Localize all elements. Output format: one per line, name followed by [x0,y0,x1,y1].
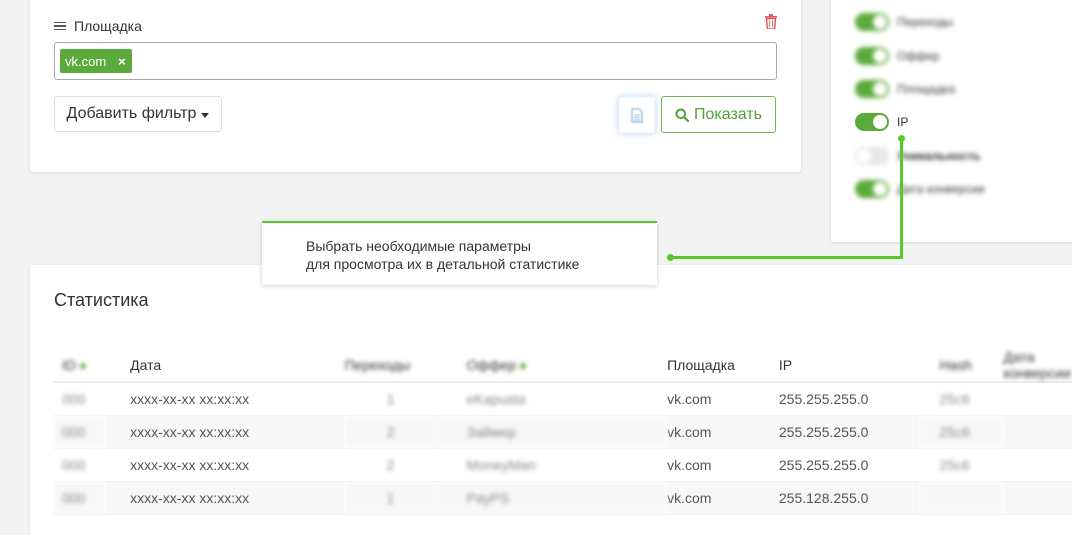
toggle-switch[interactable] [855,13,889,31]
toggle-switch[interactable] [855,80,889,98]
col-header-ip[interactable]: IP [778,349,920,383]
toggle-label: Дата конверсии [897,182,985,196]
show-button[interactable]: Показать [661,96,776,133]
cell-offer: MoneyMan [436,448,668,482]
cell-ip: 255.255.255.0 [778,382,920,416]
cell-date: xxxx-xx-xx xx:xx:xx [106,448,345,482]
col-header-conv-date[interactable]: Дата конверсии [1003,349,1072,383]
cell-ip: 255.255.255.0 [778,415,920,449]
stats-table: ID Дата Переходы Оффер Площадка IP Hash … [54,349,1072,515]
col-header-transitions[interactable]: Переходы [344,349,437,383]
tooltip-line-2: для просмотра их в детальной статистике [306,256,580,272]
add-filter-button[interactable]: Добавить фильтр [54,96,222,132]
cell-id: 000 [54,415,107,449]
columns-panel: Переходы Оффер Площадка IP Уникальность … [831,0,1072,242]
toggle-row-unique[interactable]: Уникальность [855,147,981,165]
toggle-switch[interactable] [855,147,889,165]
cell-transitions: 1 [344,481,437,515]
cell-hash: 25c6 [919,448,1004,482]
cell-conv-date [1003,448,1072,482]
cell-offer: eKapusta [436,382,668,416]
search-icon [675,108,689,122]
toggle-label: Уникальность [897,149,981,163]
export-button[interactable] [618,96,656,134]
toggle-switch[interactable] [855,180,889,198]
cell-transitions: 1 [344,382,437,416]
table-row: 000 xxxx-xx-xx xx:xx:xx 1 eKapusta vk.co… [54,382,1072,416]
stats-title: Статистика [54,290,149,310]
toggle-label: Площадка [897,82,956,96]
document-icon [631,107,643,123]
cell-hash [919,481,1004,515]
cell-offer: Займер [436,415,668,449]
connector-line-vertical [900,138,903,259]
cell-id: 000 [54,448,107,482]
connector-dot-left [667,254,674,261]
platform-tag: vk.com × [60,49,132,73]
cell-date: xxxx-xx-xx xx:xx:xx [106,415,345,449]
cell-platform: vk.com [667,415,779,449]
show-label: Показать [693,105,762,123]
menu-icon[interactable] [54,20,66,33]
toggle-row-ip[interactable]: IP [855,113,908,131]
cell-hash: 25c6 [919,415,1004,449]
cell-transitions: 2 [344,448,437,482]
table-row: 000 xxxx-xx-xx xx:xx:xx 2 MoneyMan vk.co… [54,448,1072,482]
cell-transitions: 2 [344,415,437,449]
col-header-platform[interactable]: Площадка [667,349,779,383]
add-filter-label: Добавить фильтр [66,105,197,122]
cell-ip: 255.128.255.0 [778,481,920,515]
stats-card: Статистика ID Дата Переходы Оффер Площад… [30,265,1072,535]
toggle-switch[interactable] [855,47,889,65]
toggle-row-platform[interactable]: Площадка [855,80,955,98]
toggle-row-offer[interactable]: Оффер [855,47,939,65]
cell-ip: 255.255.255.0 [778,448,920,482]
col-header-hash[interactable]: Hash [919,349,1004,383]
toggle-row-transitions[interactable]: Переходы [855,13,953,31]
filter-title: Площадка [74,18,142,34]
cell-hash: 25c6 [919,382,1004,416]
platform-tag-label: vk.com [65,53,107,69]
tooltip-line-1: Выбрать необходимые параметры [306,238,531,254]
table-row: 000 xxxx-xx-xx xx:xx:xx 1 PayPS vk.com 2… [54,481,1072,515]
cell-id: 000 [54,481,107,515]
toggle-label: Переходы [897,15,954,29]
cell-conv-date [1003,415,1072,449]
col-header-id[interactable]: ID [54,349,107,383]
filter-card: Площадка vk.com × Добавить фильтр Показа… [30,0,801,172]
cell-id: 000 [54,382,107,416]
col-header-date[interactable]: Дата [106,349,345,383]
cell-platform: vk.com [667,448,779,482]
connector-line-horizontal [670,256,903,259]
cell-date: xxxx-xx-xx xx:xx:xx [106,481,345,515]
filter-header: Площадка [54,18,142,34]
cell-date: xxxx-xx-xx xx:xx:xx [106,382,345,416]
platform-input[interactable]: vk.com × [54,42,777,80]
help-tooltip: Выбрать необходимые параметры для просмо… [262,221,657,285]
caret-down-icon [201,112,210,118]
toggle-label: Оффер [897,49,940,63]
col-header-offer[interactable]: Оффер [436,349,668,383]
toggle-switch[interactable] [855,113,889,131]
cell-platform: vk.com [667,382,779,416]
cell-conv-date [1003,481,1072,515]
cell-platform: vk.com [667,481,779,515]
table-header-row: ID Дата Переходы Оффер Площадка IP Hash … [54,349,1072,383]
toggle-label: IP [897,115,909,129]
close-icon[interactable]: × [118,54,126,69]
trash-icon[interactable] [765,14,777,34]
cell-conv-date [1003,382,1072,416]
cell-offer: PayPS [436,481,668,515]
toggle-row-conv-date[interactable]: Дата конверсии [855,180,985,198]
table-row: 000 xxxx-xx-xx xx:xx:xx 2 Займер vk.com … [54,415,1072,449]
